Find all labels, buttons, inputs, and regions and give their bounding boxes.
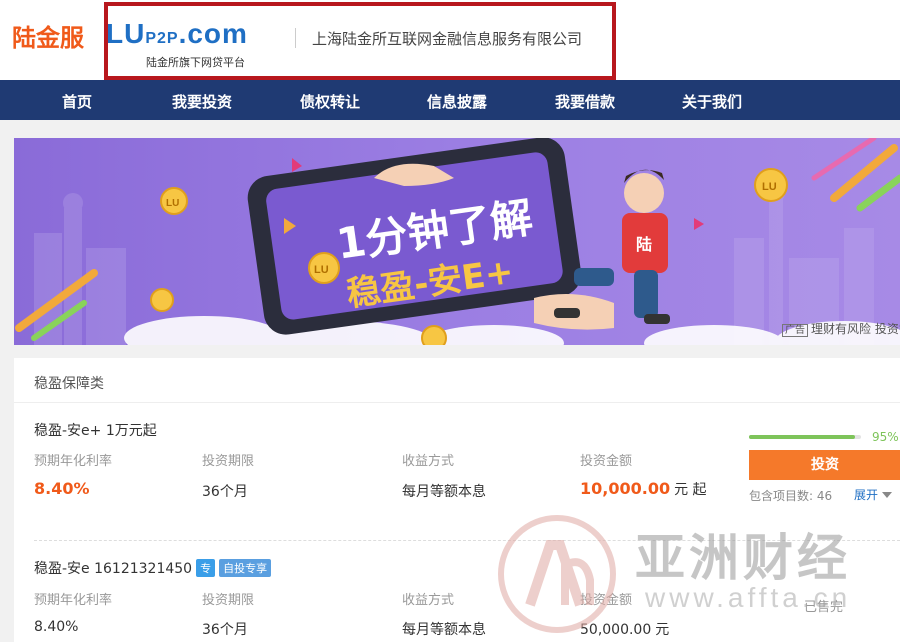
- product-1-amount-label: 投资金额: [580, 454, 633, 469]
- nav-invest[interactable]: 我要投资: [172, 91, 232, 112]
- risk-notice: 广告理财有风险 投资需: [782, 320, 900, 337]
- badge-zhuan: 专: [196, 559, 216, 577]
- risk-text: 理财有风险 投资需: [811, 322, 900, 336]
- product-2-method: 每月等额本息: [402, 622, 486, 638]
- product-2-term: 36个月: [202, 622, 248, 638]
- product-1-term: 36个月: [202, 484, 248, 500]
- product-1-amount-value: 10,000.00: [580, 479, 671, 498]
- promo-banner[interactable]: LU LU LU 陆 1分钟了解 稳盈-安E+ 广告 理财有风险 投资: [14, 138, 900, 345]
- product-1-name[interactable]: 稳盈-安e+ 1万元起: [34, 420, 157, 440]
- nav-disclosure[interactable]: 信息披露: [427, 91, 487, 112]
- deco-triangle: [292, 158, 302, 172]
- invest-button[interactable]: 投资: [749, 450, 900, 480]
- product-2-rate: 8.40%: [34, 619, 79, 635]
- badge-zitou: 自投专享: [219, 559, 272, 577]
- product-2-title: 稳盈-安e 16121321450: [34, 561, 193, 577]
- product-1-rate-label: 预期年化利率: [34, 454, 113, 469]
- deco-triangle-3: [694, 218, 704, 230]
- mascot-shirt-char: 陆: [636, 235, 652, 254]
- product-2-name[interactable]: 稳盈-安e 16121321450 专自投专享: [34, 558, 272, 578]
- nav-about[interactable]: 关于我们: [682, 91, 742, 112]
- product-1-rate: 8.40%: [34, 479, 90, 498]
- coin-text-3: LU: [314, 264, 329, 276]
- nav-transfer[interactable]: 债权转让: [300, 91, 360, 112]
- ad-tag: 广告: [782, 324, 808, 337]
- expand-link[interactable]: 展开: [854, 486, 892, 503]
- brand-name[interactable]: 陆金服: [12, 18, 84, 53]
- progress-bar: [749, 435, 861, 439]
- product-1-amount: 10,000.00 元 起: [580, 479, 707, 499]
- product-1-amount-unit: 元 起: [674, 482, 707, 498]
- main-nav: 首页 我要投资 债权转让 信息披露 我要借款 关于我们: [0, 80, 900, 120]
- progress-percent: 95%: [872, 430, 899, 444]
- coin-text-2: LU: [762, 181, 777, 193]
- expand-label: 展开: [854, 488, 879, 502]
- nav-home[interactable]: 首页: [62, 91, 92, 112]
- coin-text: LU: [166, 198, 179, 209]
- banner-illustration: LU LU LU 陆 1分钟了解 稳盈-安E+: [15, 138, 900, 345]
- highlight-box: [104, 2, 616, 80]
- product-2-term-label: 投资期限: [202, 593, 255, 608]
- sold-out-status: 已售完: [804, 600, 844, 615]
- progress-fill: [749, 435, 856, 439]
- product-2-amount: 50,000.00 元: [580, 619, 669, 639]
- product-2-amount-unit: 元: [655, 622, 670, 638]
- product-1-method: 每月等额本息: [402, 484, 486, 500]
- site-header: 陆金服 LUP2P.com 陆金所旗下网贷平台 上海陆金所互联网金融信息服务有限…: [0, 0, 900, 80]
- product-panel: 稳盈保障类 稳盈-安e+ 1万元起 预期年化利率 投资期限 收益方式 投资金额 …: [14, 358, 900, 642]
- project-count: 包含项目数: 46: [749, 489, 833, 503]
- product-1-term-label: 投资期限: [202, 454, 255, 469]
- product-2-method-label: 收益方式: [402, 593, 455, 608]
- product-2-rate-label: 预期年化利率: [34, 593, 113, 608]
- product-2-amount-label: 投资金额: [580, 593, 633, 608]
- nav-borrow[interactable]: 我要借款: [555, 91, 615, 112]
- product-1-method-label: 收益方式: [402, 454, 455, 469]
- section-divider: [14, 402, 900, 403]
- product-2-amount-value: 50,000.00: [580, 622, 652, 638]
- product-divider: [34, 540, 900, 541]
- section-title: 稳盈保障类: [34, 376, 104, 392]
- chevron-down-icon: [881, 492, 892, 498]
